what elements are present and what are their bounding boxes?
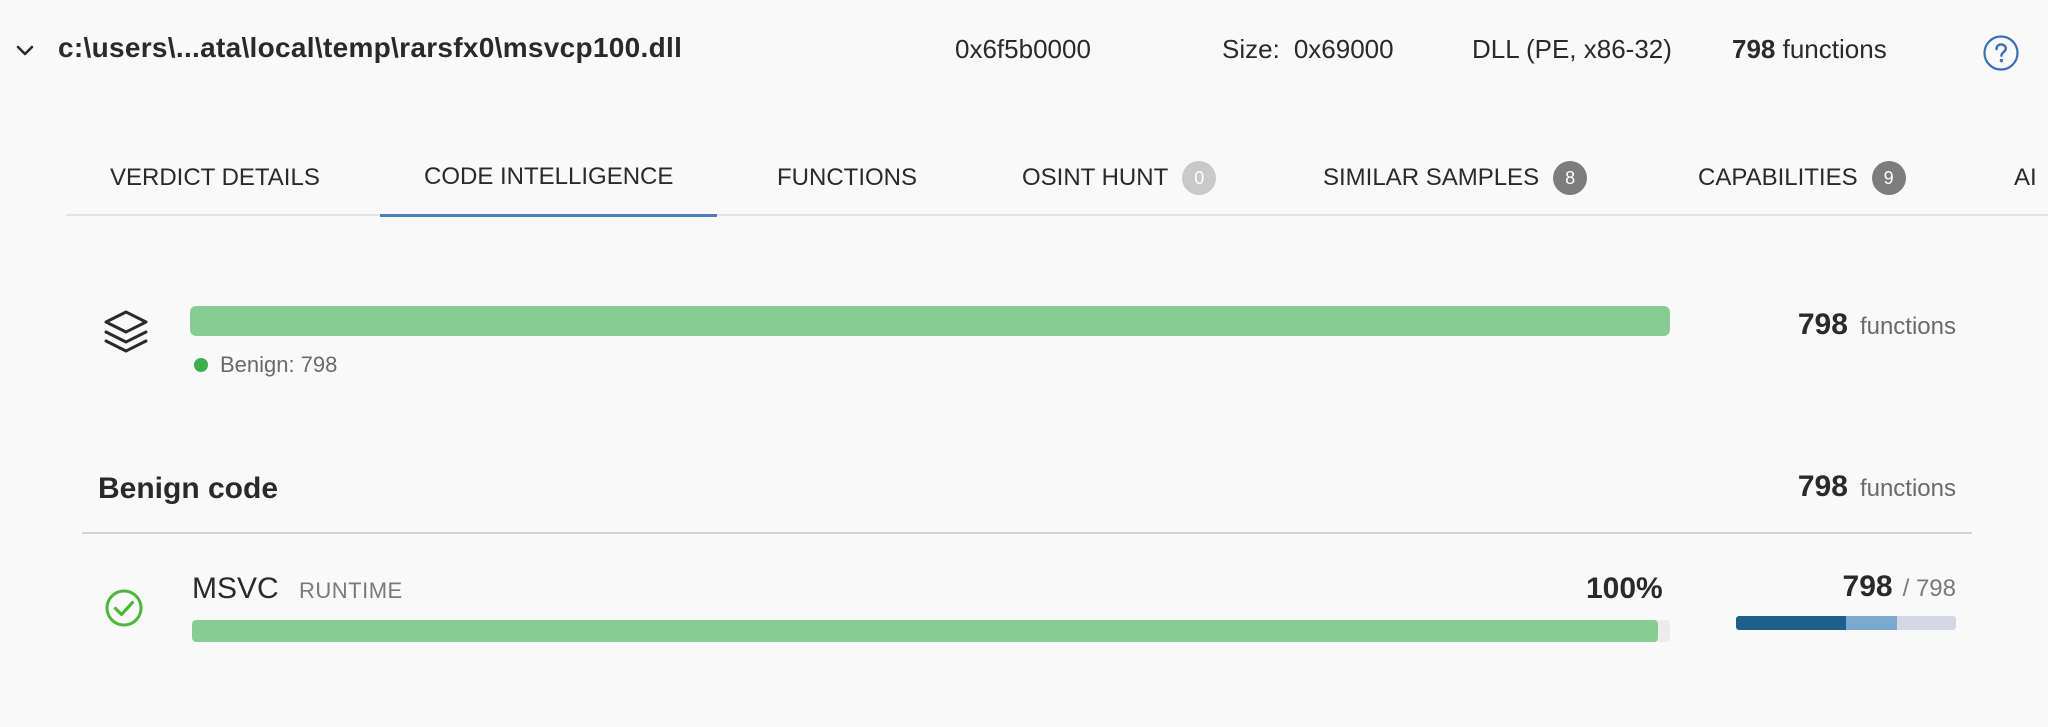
legend-label: Benign:: [220, 352, 295, 377]
tab-label: SIMILAR SAMPLES: [1323, 164, 1540, 191]
tab-count-badge: 9: [1871, 161, 1906, 195]
tab-functions[interactable]: FUNCTIONS: [777, 140, 917, 216]
library-function-count: 798 / 798: [1843, 570, 1956, 604]
file-size: Size: 0x69000: [1222, 34, 1394, 65]
tab-verdict-details[interactable]: VERDICT DETAILS: [110, 140, 320, 216]
count-number: 798: [1797, 308, 1848, 341]
file-type: DLL (PE, x86-32): [1472, 34, 1672, 64]
benign-dot: [194, 358, 208, 372]
functions-count: 798: [1732, 34, 1776, 64]
library-tag: RUNTIME: [299, 578, 403, 603]
breakdown-bar: [1736, 616, 1956, 630]
file-path: c:\users\...ata\local\temp\rarsfx0\msvcp…: [58, 32, 683, 63]
legend-benign: Benign: 798: [194, 352, 337, 378]
section-divider: [82, 532, 1972, 534]
base-address: 0x6f5b0000: [955, 34, 1091, 64]
tab-ai[interactable]: AI: [2014, 140, 2037, 216]
match-progress-fill: [192, 620, 1659, 642]
tab-label: AI: [2014, 164, 2037, 191]
benign-fill: [190, 306, 1670, 336]
count-unit: functions: [1859, 313, 1956, 340]
breakdown-segment: [1896, 616, 1956, 630]
match-progress-bar: [192, 620, 1670, 642]
tab-label: OSINT HUNT: [1022, 164, 1169, 191]
tab-capabilities[interactable]: CAPABILITIES 9: [1698, 140, 1906, 216]
tab-bar: VERDICT DETAILS CODE INTELLIGENCE FUNCTI…: [66, 140, 2048, 217]
section-functions-count: 798 functions: [1798, 470, 1956, 504]
breakdown-segment: [1846, 616, 1897, 630]
tab-count-badge: 0: [1182, 161, 1217, 195]
count-number: 798: [1842, 570, 1893, 603]
tab-code-intelligence[interactable]: CODE INTELLIGENCE: [380, 140, 718, 217]
library-name[interactable]: MSVC: [192, 572, 279, 606]
size-label: Size:: [1222, 34, 1280, 64]
tab-label: CODE INTELLIGENCE: [424, 163, 674, 190]
help-circle-icon[interactable]: [1982, 34, 2020, 72]
verdict-summary-bar: [190, 306, 1670, 336]
breakdown-segment: [1736, 616, 1846, 630]
tab-label: VERDICT DETAILS: [110, 164, 320, 191]
count-unit: functions: [1859, 475, 1956, 502]
tab-count-badge: 8: [1553, 161, 1588, 195]
size-value: 0x69000: [1293, 34, 1394, 64]
count-number: 798: [1797, 470, 1848, 503]
tab-label: CAPABILITIES: [1698, 164, 1858, 191]
summary-functions-count: 798 functions: [1798, 308, 1956, 342]
file-header: c:\users\...ata\local\temp\rarsfx0\msvcp…: [0, 0, 2048, 100]
functions-total: 798 functions: [1732, 34, 1887, 65]
layers-icon: [104, 310, 148, 353]
chevron-down-icon[interactable]: [14, 40, 36, 62]
check-circle-icon: [105, 589, 143, 627]
tab-label: FUNCTIONS: [777, 164, 917, 191]
legend-count: 798: [300, 352, 338, 377]
match-percent: 100%: [1586, 572, 1663, 605]
section-title: Benign code: [98, 472, 279, 505]
tab-osint-hunt[interactable]: OSINT HUNT 0: [1022, 140, 1217, 216]
tab-similar-samples[interactable]: SIMILAR SAMPLES 8: [1323, 140, 1588, 216]
count-total: / 798: [1902, 575, 1956, 602]
functions-unit: functions: [1782, 34, 1887, 64]
